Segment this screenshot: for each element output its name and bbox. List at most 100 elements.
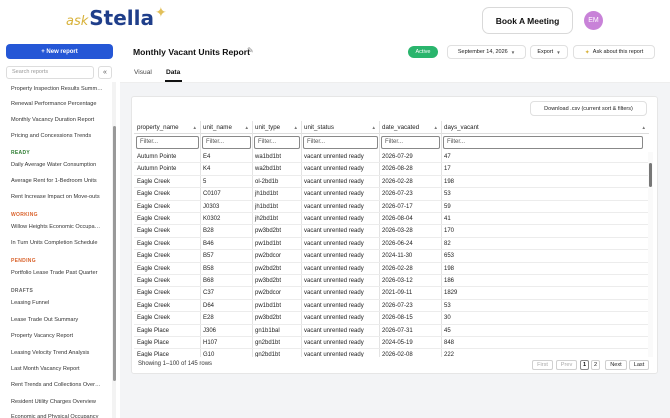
filter-input-date-vacated[interactable]: Filter...: [381, 136, 440, 149]
sidebar-report-item[interactable]: Property Vacancy Report: [11, 333, 103, 339]
column-header-property-name[interactable]: property_name ▲: [134, 121, 200, 134]
table-row[interactable]: Eagle Creek B57 pw2bdcor vacant unrented re…: [134, 250, 650, 263]
sidebar-section-working: WORKING: [11, 212, 38, 218]
sidebar-report-item[interactable]: Average Rent for 1-Bedroom Units: [11, 178, 103, 184]
sidebar-report-item[interactable]: Willow Heights Economic Occupancy: [11, 224, 103, 230]
cell-date-vacated: 2024-05-19: [382, 340, 413, 346]
sidebar-report-item[interactable]: Leasing Funnel: [11, 300, 103, 306]
filter-input-property-name[interactable]: Filter...: [136, 136, 199, 149]
cell-unit-status: vacant unrented ready: [304, 203, 364, 210]
table-row[interactable]: Eagle Creek B68 pw3bd2bt vacant unrented re…: [134, 275, 650, 288]
sort-icon[interactable]: ▲: [193, 121, 197, 134]
filter-input-unit-type[interactable]: Filter...: [254, 136, 300, 149]
date-label: September 14, 2026: [457, 49, 508, 55]
sidebar-report-item[interactable]: Resident Utility Charges Overview: [11, 399, 103, 405]
sidebar-report-item[interactable]: Renewal Performance Percentage: [11, 101, 103, 107]
cell-days-vacant: 848: [444, 340, 455, 346]
sort-icon[interactable]: ▲: [294, 121, 298, 134]
table-row[interactable]: Eagle Creek D64 pw1bd1bt vacant unrented re…: [134, 300, 650, 313]
cell-date-vacated: 2026-03-28: [382, 228, 413, 235]
download-csv-button[interactable]: Download .csv (current sort & filters): [530, 101, 647, 116]
cell-days-vacant: 186: [444, 278, 455, 284]
date-picker-button[interactable]: September 14, 2026 ▼: [447, 45, 526, 59]
askstella-logo[interactable]: ask Stella ✦: [66, 4, 167, 30]
sort-icon[interactable]: ▲: [434, 121, 438, 134]
sidebar-report-item[interactable]: Portfolio Lease Trade Past Quarter: [11, 270, 103, 276]
sort-icon[interactable]: ▲: [372, 121, 376, 134]
sidebar-report-item[interactable]: Last Month Vacancy Report: [11, 366, 103, 372]
cell-unit-status: vacant unrented ready: [304, 315, 364, 322]
tab-visual[interactable]: Visual: [134, 69, 152, 76]
sidebar-report-item[interactable]: Pricing and Concessions Trends: [11, 133, 103, 139]
table-row[interactable]: Eagle Place J306 gn1b1bal vacant unrented r…: [134, 325, 650, 337]
table-row[interactable]: Eagle Creek C0107 jh1bd1bt vacant unrented …: [134, 188, 650, 201]
table-row[interactable]: Eagle Creek K0302 jh2bd1bt vacant unrented …: [134, 213, 650, 226]
cell-days-vacant: 222: [444, 352, 455, 357]
sidebar-report-item[interactable]: In Turn Units Completion Schedule: [11, 240, 103, 246]
cell-days-vacant: 59: [444, 203, 451, 210]
collapse-sidebar-button[interactable]: «: [98, 66, 112, 79]
page-2-button[interactable]: 2: [591, 360, 600, 370]
cell-unit-status: vacant unrented ready: [304, 265, 364, 272]
first-page-button[interactable]: First: [532, 360, 553, 370]
table-row[interactable]: Eagle Creek J0303 jh1bd1bt vacant unrented …: [134, 201, 650, 213]
edit-title-icon[interactable]: ✎: [247, 46, 254, 55]
table-row[interactable]: Eagle Creek C37 pw2bdcor vacant unrented re…: [134, 287, 650, 300]
table-row[interactable]: Eagle Place H107 gn2bd1bt vacant unrented r…: [134, 337, 650, 350]
sidebar-scroll-thumb[interactable]: [113, 126, 116, 381]
filter-input-unit-name[interactable]: Filter...: [202, 136, 251, 149]
search-reports-input[interactable]: Search reports: [6, 66, 94, 79]
sidebar-report-item[interactable]: Leasing Velocity Trend Analysis: [11, 350, 103, 356]
sidebar-report-item[interactable]: Property Inspection Results Summary: [11, 86, 103, 92]
sidebar-section-ready: READY: [11, 150, 31, 156]
cell-unit-status: vacant unrented ready: [304, 290, 364, 297]
cell-days-vacant: 53: [444, 302, 451, 309]
sort-icon[interactable]: ▲: [245, 121, 249, 134]
cell-unit-type: ol-2bd1b: [255, 178, 279, 185]
sidebar-report-item[interactable]: Rent Trends and Collections Overview: [11, 382, 103, 388]
table-row[interactable]: Eagle Creek B58 pw2bd2bt vacant unrented re…: [134, 263, 650, 275]
sidebar-report-item[interactable]: Lease Trade Out Summary: [11, 317, 103, 323]
table-row[interactable]: Eagle Creek B46 pw1bd1bt vacant unrented re…: [134, 238, 650, 251]
sidebar-report-item[interactable]: Daily Average Water Consumption: [11, 162, 103, 168]
table-row[interactable]: Eagle Creek 5 ol-2bd1b vacant unrented read…: [134, 176, 650, 189]
column-header-days-vacant[interactable]: days_vacant ▲: [441, 121, 649, 134]
book-meeting-button[interactable]: Book A Meeting: [482, 7, 573, 34]
cell-unit-type: pw2bdcor: [255, 253, 282, 260]
tab-data[interactable]: Data: [166, 69, 180, 76]
table-row[interactable]: Eagle Creek B28 pw3bd2bt vacant unrented re…: [134, 225, 650, 238]
cell-unit-status: vacant unrented ready: [304, 154, 364, 160]
filter-cell: Filter...: [441, 134, 649, 151]
cell-unit-name: B57: [203, 253, 214, 260]
column-header-label: unit_status: [304, 124, 334, 131]
page-1-button[interactable]: 1: [580, 360, 589, 370]
sidebar-report-item[interactable]: Rent Increase Impact on Move-outs: [11, 194, 103, 200]
cell-unit-type: pw3bd2bt: [255, 278, 282, 284]
cell-days-vacant: 30: [444, 315, 451, 322]
sidebar-report-item[interactable]: Monthly Vacancy Duration Report: [11, 117, 103, 123]
new-report-button[interactable]: + New report: [6, 44, 113, 59]
table-row[interactable]: Autumn Pointe E4 wa1bd1bt vacant unrented r…: [134, 151, 650, 164]
table-row[interactable]: Eagle Place G10 gn2bd1bt vacant unrented re…: [134, 349, 650, 357]
column-header-unit-type[interactable]: unit_type ▲: [252, 121, 301, 134]
table-scroll-thumb[interactable]: [649, 163, 652, 187]
sort-icon[interactable]: ▲: [642, 121, 646, 134]
column-header-date-vacated[interactable]: date_vacated ▲: [379, 121, 441, 134]
export-button[interactable]: Export ▼: [530, 45, 568, 59]
column-header-unit-status[interactable]: unit_status ▲: [301, 121, 379, 134]
column-header-unit-name[interactable]: unit_name ▲: [200, 121, 252, 134]
cell-unit-type: pw2bd2bt: [255, 265, 282, 272]
cell-unit-status: vacant unrented ready: [304, 340, 364, 346]
cell-date-vacated: 2021-09-11: [382, 290, 413, 297]
last-page-button[interactable]: Last: [629, 360, 649, 370]
avatar[interactable]: EM: [584, 11, 603, 30]
table-row[interactable]: Eagle Creek E28 pw3bd2bt vacant unrented re…: [134, 312, 650, 325]
filter-input-unit-status[interactable]: Filter...: [303, 136, 378, 149]
ask-about-report-button[interactable]: ✦ Ask about this report: [573, 45, 655, 59]
cell-unit-name: B46: [203, 240, 214, 247]
sidebar-report-item[interactable]: Economic and Physical Occupancy: [11, 414, 103, 418]
table-row[interactable]: Autumn Pointe K4 wa2bd1bt vacant unrented r…: [134, 163, 650, 176]
next-page-button[interactable]: Next: [605, 360, 627, 370]
filter-input-days-vacant[interactable]: Filter...: [443, 136, 643, 149]
prev-page-button[interactable]: Prev: [556, 360, 577, 370]
